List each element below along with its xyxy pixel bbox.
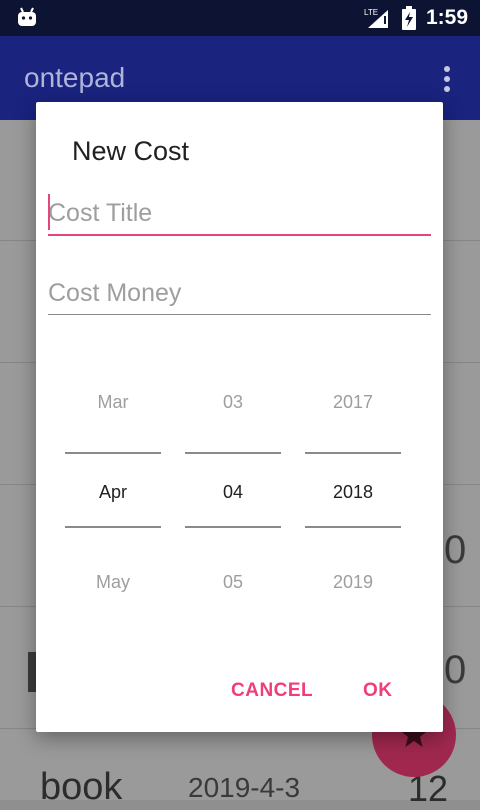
dialog-title: New Cost — [72, 136, 190, 166]
month-picker[interactable]: Mar Apr May — [65, 352, 161, 602]
picker-divider — [65, 452, 161, 454]
day-next[interactable]: 05 — [185, 572, 281, 593]
new-cost-dialog: New Cost Mar Apr May 03 04 05 2017 2018 … — [36, 102, 443, 732]
month-prev[interactable]: Mar — [65, 392, 161, 413]
year-next[interactable]: 2019 — [305, 572, 401, 593]
day-picker[interactable]: 03 04 05 — [185, 352, 281, 602]
month-next[interactable]: May — [65, 572, 161, 593]
list-item-amount: 0 — [444, 528, 467, 572]
year-prev[interactable]: 2017 — [305, 392, 401, 413]
list-item-name[interactable]: book — [40, 766, 122, 809]
list-item-date: 2019-4-3 — [188, 772, 301, 803]
ok-button[interactable]: OK — [363, 680, 393, 702]
overflow-menu-icon[interactable] — [444, 66, 452, 92]
app-title: ontepad — [24, 62, 126, 93]
picker-divider — [305, 526, 401, 528]
status-time: 1:59 — [425, 6, 468, 29]
picker-divider — [305, 452, 401, 454]
year-current[interactable]: 2018 — [305, 482, 401, 503]
svg-text:LTE: LTE — [364, 8, 378, 17]
cost-money-input[interactable] — [48, 272, 431, 315]
month-current[interactable]: Apr — [65, 482, 161, 503]
day-current[interactable]: 04 — [185, 482, 281, 503]
list-item-amount: 0 — [444, 648, 467, 692]
picker-divider — [185, 526, 281, 528]
battery-charging-icon — [401, 6, 416, 30]
cancel-button[interactable]: CANCEL — [231, 680, 313, 702]
cost-title-input[interactable] — [48, 192, 431, 236]
status-bar: LTE 1:59 — [0, 0, 480, 36]
lte-signal-icon: LTE — [364, 8, 388, 28]
day-prev[interactable]: 03 — [185, 392, 281, 413]
picker-divider — [65, 526, 161, 528]
text-cursor — [48, 194, 50, 230]
year-picker[interactable]: 2017 2018 2019 — [305, 352, 401, 602]
picker-divider — [185, 452, 281, 454]
android-notification-icon — [18, 7, 36, 26]
